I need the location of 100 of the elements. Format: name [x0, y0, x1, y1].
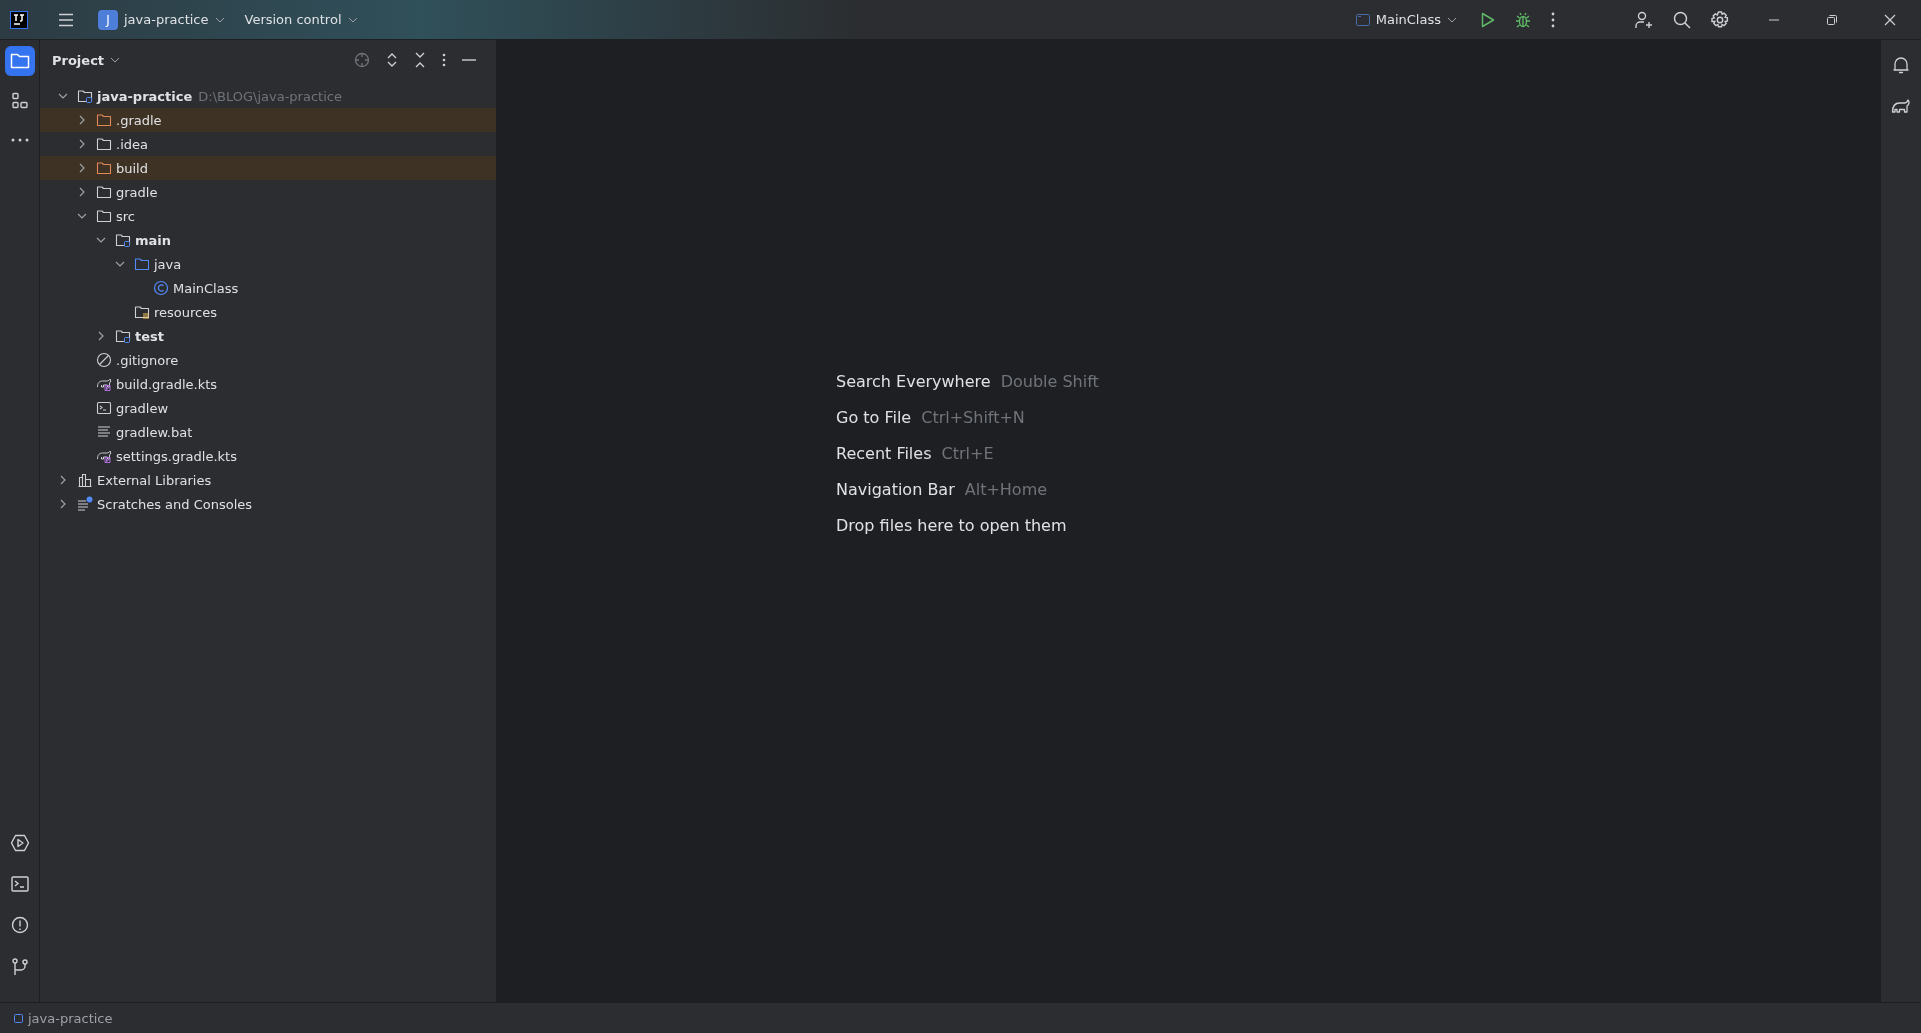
tree-item-label: resources [154, 304, 217, 320]
hint-shortcut: Double Shift [1000, 372, 1099, 392]
folder-icon [9, 52, 30, 70]
collapse-all-icon[interactable] [414, 52, 426, 68]
tree-item[interactable]: build [40, 156, 496, 180]
notifications-icon[interactable] [1892, 56, 1910, 74]
restore-icon[interactable] [1826, 13, 1838, 26]
hint-action: Drop files here to open them [836, 516, 1067, 536]
tree-item-label: gradlew.bat [116, 424, 193, 440]
version-control-widget[interactable]: Version control [238, 8, 364, 31]
more-horizontal-icon[interactable] [10, 138, 29, 142]
module-icon [14, 1013, 23, 1023]
tree-item-label: .idea [116, 136, 148, 152]
tree-item[interactable]: src [40, 204, 496, 228]
chevron-right-icon[interactable] [77, 187, 87, 197]
tree-item-label: java [154, 256, 182, 272]
hint-shortcut: Alt+Home [964, 480, 1048, 500]
folder-icon [96, 112, 112, 128]
class-icon [153, 280, 169, 296]
menu-icon[interactable] [58, 12, 74, 27]
chevron-right-icon[interactable] [77, 115, 87, 125]
tree-item-label: MainClass [173, 280, 239, 296]
hint-shortcut: Ctrl+E [941, 444, 994, 464]
chevron-right-icon[interactable] [58, 475, 68, 485]
tree-item-label: External Libraries [97, 472, 212, 488]
tree-item[interactable]: test [40, 324, 496, 348]
tree-item[interactable]: gradlew [40, 396, 496, 420]
run-tool-icon[interactable] [9, 834, 30, 852]
folder-icon [96, 184, 112, 200]
module-folder-icon [115, 328, 131, 344]
tree-item-label: .gradle [116, 112, 162, 128]
tree-item[interactable]: gradle [40, 180, 496, 204]
module-folder-icon [77, 88, 93, 104]
tree-item-label: build [116, 160, 148, 176]
project-name: java-practice [124, 12, 209, 27]
folder-icon [96, 136, 112, 152]
tree-item-label: main [135, 232, 172, 248]
chevron-down-icon [214, 16, 225, 23]
tree-item[interactable]: .gradle [40, 108, 496, 132]
breadcrumb[interactable]: java-practice [28, 1010, 113, 1026]
tree-item[interactable]: settings.gradle.kts [40, 444, 496, 468]
tree-item[interactable]: .idea [40, 132, 496, 156]
chevron-down-icon[interactable] [77, 211, 87, 221]
project-view-dropdown[interactable]: Project [52, 52, 121, 68]
ignore-file-icon [96, 352, 112, 368]
problems-icon[interactable] [10, 916, 29, 934]
tree-item-label: gradlew [116, 400, 169, 416]
debug-icon[interactable] [1515, 11, 1531, 28]
tree-item[interactable]: .gitignore [40, 348, 496, 372]
tree-item[interactable]: MainClass [40, 276, 496, 300]
tree-item[interactable]: External Libraries [40, 468, 496, 492]
tree-item[interactable]: Scratches and Consoles [40, 492, 496, 516]
tree-item[interactable]: java [40, 252, 496, 276]
hint-action: Recent Files [836, 444, 932, 464]
folder-icon [96, 208, 112, 224]
app-logo-icon [10, 10, 28, 29]
tree-item-label: src [116, 208, 135, 224]
terminal-file-icon [96, 400, 112, 416]
more-vertical-icon[interactable] [442, 53, 446, 67]
terminal-icon[interactable] [10, 876, 29, 892]
module-folder-icon [115, 232, 131, 248]
project-tool-button[interactable] [4, 46, 35, 76]
tree-item[interactable]: main [40, 228, 496, 252]
gradle-script-icon [96, 448, 112, 464]
settings-icon[interactable] [1711, 10, 1729, 29]
chevron-down-icon[interactable] [58, 91, 68, 101]
search-icon[interactable] [1673, 10, 1691, 29]
gradle-elephant-icon[interactable] [1891, 98, 1911, 114]
chevron-right-icon[interactable] [58, 499, 68, 509]
tree-item[interactable]: java-practice D:\BLOG\java-practice [40, 84, 496, 108]
tree-item-label: java-practice [97, 88, 193, 104]
project-path: D:\BLOG\java-practice [198, 88, 342, 104]
chevron-down-icon[interactable] [96, 235, 106, 245]
add-user-icon[interactable] [1635, 10, 1653, 29]
gradle-script-icon [96, 376, 112, 392]
more-vertical-icon[interactable] [1551, 11, 1555, 28]
chevron-right-icon[interactable] [96, 331, 106, 341]
hint-action: Search Everywhere [836, 372, 991, 392]
tree-item[interactable]: build.gradle.kts [40, 372, 496, 396]
run-configuration-widget[interactable]: MainClass [1349, 8, 1463, 31]
tree-item[interactable]: gradlew.bat [40, 420, 496, 444]
tree-item-label: settings.gradle.kts [116, 448, 237, 464]
chevron-right-icon[interactable] [77, 139, 87, 149]
library-icon [77, 472, 93, 488]
git-branch-icon[interactable] [11, 958, 28, 976]
close-icon[interactable] [1884, 13, 1896, 26]
chevron-right-icon[interactable] [77, 163, 87, 173]
project-widget[interactable]: J java-practice [92, 5, 231, 34]
chevron-down-icon[interactable] [115, 259, 125, 269]
source-folder-icon [134, 256, 150, 272]
tree-item[interactable]: resources [40, 300, 496, 324]
run-icon[interactable] [1481, 11, 1495, 28]
structure-icon [10, 92, 29, 110]
expand-all-icon[interactable] [386, 52, 398, 68]
project-badge: J [98, 9, 118, 30]
window-icon [1355, 13, 1370, 26]
hint-action: Navigation Bar [836, 480, 955, 500]
tree-item-label: Scratches and Consoles [97, 496, 253, 512]
version-control-label: Version control [244, 12, 342, 27]
locate-icon[interactable] [354, 52, 370, 68]
